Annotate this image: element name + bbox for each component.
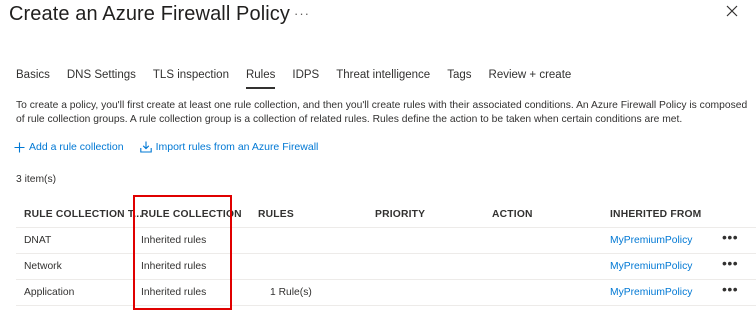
column-header-rule-collection-type[interactable]: RULE COLLECTION T...	[24, 209, 142, 220]
tab-threat-intelligence[interactable]: Threat intelligence	[336, 69, 430, 89]
tab-tls-inspection[interactable]: TLS inspection	[153, 69, 229, 89]
column-header-inherited-from[interactable]: INHERITED FROM	[610, 209, 701, 220]
table-row[interactable]: DNAT Inherited rules MyPremiumPolicy •••	[16, 228, 756, 254]
cell-type: DNAT	[24, 235, 52, 246]
tab-rules[interactable]: Rules	[245, 69, 276, 89]
description-text: To create a policy, you'll first create …	[16, 100, 748, 125]
import-rules-label: Import rules from an Azure Firewall	[155, 141, 319, 153]
tab-bar: Basics DNS Settings TLS inspection Rules…	[16, 69, 588, 89]
import-icon	[139, 141, 152, 153]
cell-inherited-from-link[interactable]: MyPremiumPolicy	[610, 287, 692, 298]
add-rule-collection-label: Add a rule collection	[29, 141, 124, 153]
table-row[interactable]: Application Inherited rules 1 Rule(s) My…	[16, 280, 756, 306]
row-more-button[interactable]: •••	[722, 281, 738, 297]
column-header-action[interactable]: ACTION	[492, 209, 533, 220]
row-more-button[interactable]: •••	[722, 229, 738, 245]
cell-inherited-from-link[interactable]: MyPremiumPolicy	[610, 235, 692, 246]
highlight-box	[133, 195, 232, 310]
cell-type: Application	[24, 287, 75, 298]
more-options-button[interactable]: ···	[294, 6, 310, 21]
close-icon	[726, 5, 738, 17]
cell-inherited-from-link[interactable]: MyPremiumPolicy	[610, 261, 692, 272]
column-header-priority[interactable]: PRIORITY	[375, 209, 425, 220]
cell-rules: 1 Rule(s)	[270, 287, 312, 298]
close-button[interactable]	[724, 3, 740, 19]
add-rule-collection-button[interactable]: Add a rule collection	[14, 141, 124, 153]
command-bar: Add a rule collection Import rules from …	[14, 141, 334, 153]
page-title: Create an Azure Firewall Policy	[9, 3, 290, 25]
import-rules-button[interactable]: Import rules from an Azure Firewall	[139, 141, 319, 153]
table-header: RULE COLLECTION T... RULE COLLECTION RUL…	[16, 203, 756, 228]
tab-review-create[interactable]: Review + create	[489, 69, 572, 89]
column-header-rules[interactable]: RULES	[258, 209, 294, 220]
tab-dns-settings[interactable]: DNS Settings	[67, 69, 136, 89]
tab-basics[interactable]: Basics	[16, 69, 50, 89]
tab-tags[interactable]: Tags	[447, 69, 471, 89]
tab-idps[interactable]: IDPS	[292, 69, 319, 89]
row-more-button[interactable]: •••	[722, 255, 738, 271]
table-row[interactable]: Network Inherited rules MyPremiumPolicy …	[16, 254, 756, 280]
plus-icon	[14, 142, 25, 152]
cell-type: Network	[24, 261, 62, 272]
item-count: 3 item(s)	[16, 174, 57, 185]
